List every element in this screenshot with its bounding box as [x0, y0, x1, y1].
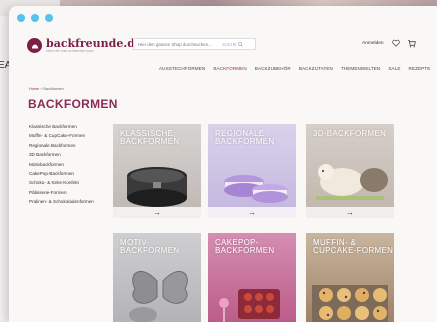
category-tile-klassische[interactable]: KLASSISCHE BACKFORMEN →: [113, 124, 201, 218]
arrow-right-icon[interactable]: →: [208, 207, 296, 218]
tile-label: KLASSISCHE BACKFORMEN: [120, 129, 180, 146]
sidebar-item[interactable]: Pâtisserie-Formen: [29, 188, 94, 197]
arrow-right-icon[interactable]: →: [306, 207, 394, 218]
logo-icon: [27, 38, 42, 53]
search-input[interactable]: [134, 41, 220, 47]
nav-themenwelten[interactable]: THEMENWELTEN: [341, 66, 380, 71]
tile-label: 3D-BACKFORMEN: [313, 129, 387, 138]
maximize-dot[interactable]: [45, 14, 53, 22]
nav-backzubehoer[interactable]: BACKZUBEHÖR: [255, 66, 291, 71]
category-tile-muffin[interactable]: MUFFIN- & CUPCAKE-FORMEN: [306, 233, 394, 322]
search-icon: [237, 41, 243, 47]
arrow-right-icon[interactable]: →: [113, 207, 201, 218]
category-tile-3d[interactable]: 3D-BACKFORMEN →: [306, 124, 394, 218]
logo-text: backfreunde.de: [46, 36, 142, 50]
breadcrumb-separator: »: [40, 87, 43, 91]
site-logo[interactable]: backfreunde.de Ideen die man schmecken k…: [27, 38, 142, 53]
page-title: BACKFORMEN: [28, 97, 118, 111]
close-dot[interactable]: [17, 14, 25, 22]
wishlist-heart-icon[interactable]: [392, 39, 400, 47]
tile-label: CAKEPOP- BACKFORMEN: [215, 238, 275, 255]
search-button[interactable]: SUCHE: [222, 42, 243, 47]
sidebar-item[interactable]: Motivbackformen: [29, 160, 94, 169]
nav-rezepte[interactable]: REZEPTE: [409, 66, 431, 71]
category-tile-regionale[interactable]: REGIONALE BACKFORMEN →: [208, 124, 296, 218]
category-tile-motiv[interactable]: MOTIV- BACKFORMEN: [113, 233, 201, 322]
cart-icon[interactable]: [407, 39, 416, 48]
sidebar-item[interactable]: 3D Backformen: [29, 150, 94, 159]
sidebar-item[interactable]: Klassische Backformen: [29, 122, 94, 131]
main-nav: AUSSTECHFORMEN BACKFORMEN BACKZUBEHÖR BA…: [159, 66, 430, 71]
nav-backformen[interactable]: BACKFORMEN: [213, 66, 246, 71]
minimize-dot[interactable]: [31, 14, 39, 22]
breadcrumb: Home » Backformen: [29, 87, 64, 91]
window-controls: [17, 14, 53, 22]
nav-backzutaten[interactable]: BACKZUTATEN: [299, 66, 333, 71]
sidebar-item[interactable]: Muffin- & CupCake-Formen: [29, 131, 94, 140]
nav-ausstechformen[interactable]: AUSSTECHFORMEN: [159, 66, 205, 71]
nav-sale[interactable]: SALE: [388, 66, 400, 71]
sidebar-item[interactable]: Schoko- & Keks-Konfekt: [29, 178, 94, 187]
tile-label: MUFFIN- & CUPCAKE-FORMEN: [313, 238, 394, 255]
breadcrumb-current: Backformen: [43, 87, 64, 91]
category-tile-cakepop[interactable]: CAKEPOP- BACKFORMEN: [208, 233, 296, 322]
breadcrumb-home[interactable]: Home: [29, 87, 39, 91]
sidebar-item[interactable]: Regionale Backformen: [29, 141, 94, 150]
search-button-label: SUCHE: [222, 41, 237, 47]
lamb-cake-image: [316, 164, 388, 200]
tile-label: MOTIV- BACKFORMEN: [120, 238, 180, 255]
browser-window: backfreunde.de Ideen die man schmecken k…: [9, 6, 437, 322]
search-bar: SUCHE: [133, 38, 256, 50]
tile-label: REGIONALE BACKFORMEN: [215, 129, 275, 146]
login-link[interactable]: Anmelden: [362, 41, 384, 46]
sidebar-item[interactable]: CakePop-Backformen: [29, 169, 94, 178]
sidebar-item[interactable]: Pralinen- & Schokoladenformen: [29, 197, 94, 206]
logo-name: backfreunde: [46, 36, 124, 50]
category-sidebar: Klassische Backformen Muffin- & CupCake-…: [29, 122, 94, 207]
